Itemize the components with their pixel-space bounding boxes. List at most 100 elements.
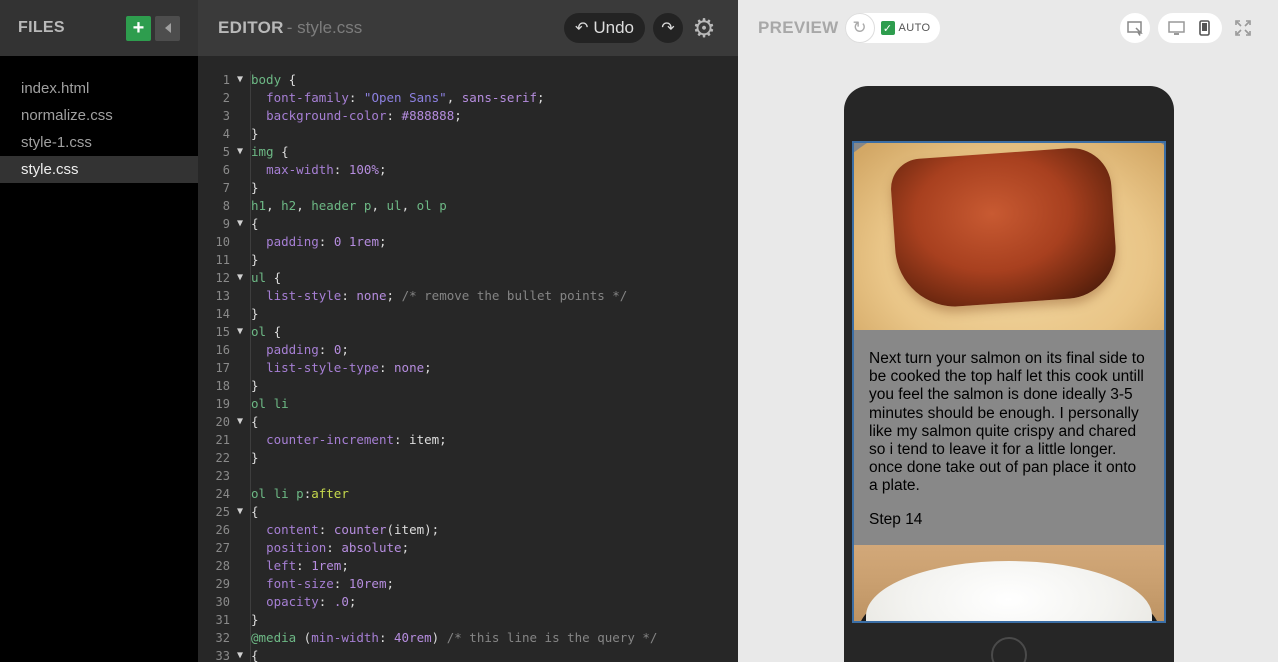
fullscreen-button[interactable]: [1228, 13, 1258, 43]
fold-gutter: [230, 341, 250, 359]
desktop-view-button[interactable]: [1162, 13, 1190, 43]
code-text: img {: [250, 143, 289, 161]
code-text: }: [250, 251, 259, 269]
line-number: 32: [215, 631, 230, 645]
code-line[interactable]: 23: [198, 467, 738, 485]
code-line[interactable]: 20 ▼{: [198, 413, 738, 431]
preview-screen[interactable]: Next turn your salmon on its final side …: [852, 141, 1166, 623]
files-panel: FILES + index.html normalize.css style-1.c…: [0, 0, 198, 662]
line-number: 2: [222, 91, 230, 105]
line-number: 5: [222, 145, 230, 159]
code-text: h1, h2, header p, ul, ol p: [250, 197, 447, 215]
code-line[interactable]: 10 padding: 0 1rem;: [198, 233, 738, 251]
code-area[interactable]: 1 ▼ body {2 font-family: "Open Sans", sans…: [198, 71, 738, 662]
code-line[interactable]: 30 opacity: .0;: [198, 593, 738, 611]
line-number: 25: [215, 505, 230, 519]
line-number: 21: [215, 433, 230, 447]
fold-gutter: [230, 485, 250, 503]
settings-button[interactable]: ⚙: [690, 13, 718, 43]
line-number: 28: [215, 559, 230, 573]
code-line[interactable]: 32 @media (min-width: 40rem) /* this line…: [198, 629, 738, 647]
code-line[interactable]: 21 counter-increment: item;: [198, 431, 738, 449]
fold-gutter: [230, 107, 250, 125]
code-line[interactable]: 3 background-color: #888888;: [198, 107, 738, 125]
editor-title: EDITOR: [218, 18, 284, 37]
file-item[interactable]: style-1.css: [0, 129, 198, 156]
undo-button[interactable]: ↶ Undo: [563, 13, 645, 43]
code-line[interactable]: 31}: [198, 611, 738, 629]
fold-arrow-icon[interactable]: ▼: [230, 215, 250, 233]
code-text: }: [250, 305, 259, 323]
code-line[interactable]: 16 padding: 0;: [198, 341, 738, 359]
code-line[interactable]: 28 left: 1rem;: [198, 557, 738, 575]
code-line[interactable]: 19 ol li: [198, 395, 738, 413]
inspect-button[interactable]: [1120, 13, 1150, 43]
code-line[interactable]: 29 font-size: 10rem;: [198, 575, 738, 593]
code-text: counter-increment: item;: [250, 431, 447, 449]
code-line[interactable]: 4}: [198, 125, 738, 143]
code-line[interactable]: 8 h1, h2, header p, ul, ol p: [198, 197, 738, 215]
code-text: background-color: #888888;: [250, 107, 462, 125]
step-text: Next turn your salmon on its final side …: [869, 350, 1145, 495]
redo-icon: ↷: [661, 20, 675, 37]
code-text: padding: 0;: [250, 341, 349, 359]
file-item[interactable]: normalize.css: [0, 102, 198, 129]
code-text: list-style: none; /* remove the bullet p…: [250, 287, 627, 305]
fold-gutter: [230, 431, 250, 449]
code-line[interactable]: 26 content: counter(item);: [198, 521, 738, 539]
fold-gutter: [230, 89, 250, 107]
fold-gutter: [230, 449, 250, 467]
code-text: [250, 467, 251, 485]
fold-arrow-icon[interactable]: ▼: [230, 269, 250, 287]
line-number: 7: [222, 181, 230, 195]
code-line[interactable]: 15 ▼ ol {: [198, 323, 738, 341]
redo-button[interactable]: ↷: [653, 13, 683, 43]
refresh-icon: ↻: [852, 18, 867, 37]
code-line[interactable]: 9 ▼{: [198, 215, 738, 233]
file-item[interactable]: index.html: [0, 75, 198, 102]
line-number: 24: [215, 487, 230, 501]
code-text: opacity: .0;: [250, 593, 356, 611]
code-text: font-family: "Open Sans", sans-serif;: [250, 89, 545, 107]
undo-icon: ↶: [574, 20, 589, 37]
code-line[interactable]: 6 max-width: 100%;: [198, 161, 738, 179]
fold-arrow-icon[interactable]: ▼: [230, 503, 250, 521]
code-line[interactable]: 12 ▼ ul {: [198, 269, 738, 287]
code-line[interactable]: 11}: [198, 251, 738, 269]
code-line[interactable]: 33 ▼{: [198, 647, 738, 662]
undo-label: Undo: [593, 18, 634, 37]
code-line[interactable]: 25 ▼{: [198, 503, 738, 521]
fold-arrow-icon[interactable]: ▼: [230, 647, 250, 662]
code-line[interactable]: 13 list-style: none; /* remove the bulle…: [198, 287, 738, 305]
add-file-button[interactable]: +: [126, 15, 151, 41]
preview-panel: PREVIEW ↻ ✓ AUTO Next turn your salmon o…: [738, 0, 1278, 662]
code-line[interactable]: 1 ▼ body {: [198, 71, 738, 89]
code-line[interactable]: 24 ol li p:after: [198, 485, 738, 503]
code-line[interactable]: 22}: [198, 449, 738, 467]
collapse-sidebar-button[interactable]: [155, 15, 180, 41]
code-line[interactable]: 14}: [198, 305, 738, 323]
code-line[interactable]: 5 ▼ img {: [198, 143, 738, 161]
phone-view-button[interactable]: [1190, 13, 1218, 43]
line-number: 29: [215, 577, 230, 591]
line-number: 19: [215, 397, 230, 411]
fold-arrow-icon[interactable]: ▼: [230, 323, 250, 341]
fold-arrow-icon[interactable]: ▼: [230, 413, 250, 431]
fold-arrow-icon[interactable]: ▼: [230, 71, 250, 89]
files-title: FILES: [18, 19, 65, 36]
fold-gutter: [230, 539, 250, 557]
fold-arrow-icon[interactable]: ▼: [230, 143, 250, 161]
refresh-button[interactable]: ↻: [844, 13, 875, 43]
auto-checkbox[interactable]: ✓: [880, 21, 895, 35]
code-line[interactable]: 18}: [198, 377, 738, 395]
code-line[interactable]: 7}: [198, 179, 738, 197]
refresh-auto-group: ↻ ✓ AUTO: [844, 13, 941, 43]
code-line[interactable]: 2 font-family: "Open Sans", sans-serif;: [198, 89, 738, 107]
code-line[interactable]: 17 list-style-type: none;: [198, 359, 738, 377]
code-text: {: [250, 503, 259, 521]
code-text: }: [250, 179, 259, 197]
code-text: ul {: [250, 269, 282, 287]
fold-gutter: [230, 233, 250, 251]
code-line[interactable]: 27 position: absolute;: [198, 539, 738, 557]
file-item[interactable]: style.css: [0, 156, 198, 183]
